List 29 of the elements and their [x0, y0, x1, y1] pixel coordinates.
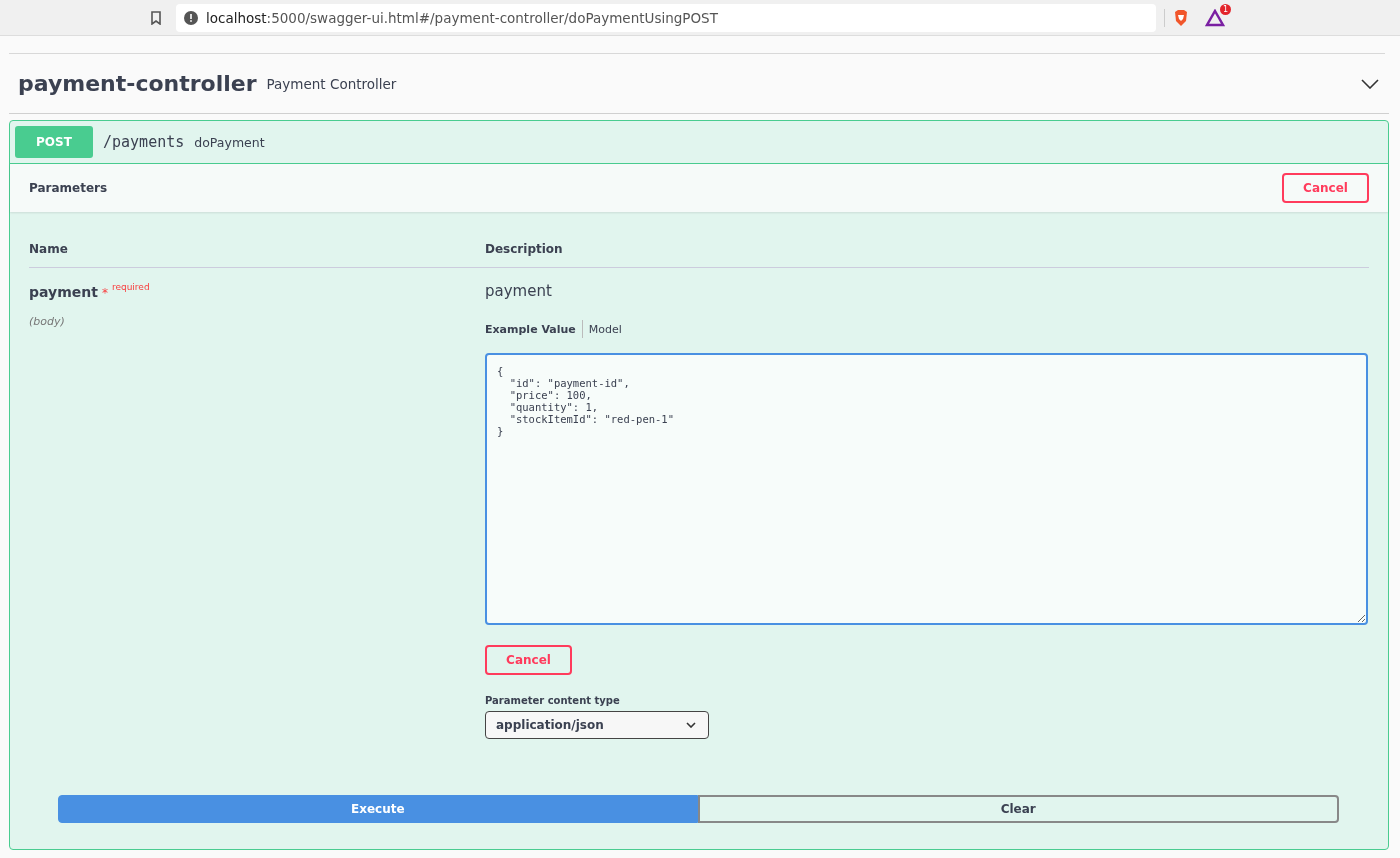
address-bar[interactable]: localhost:5000/swagger-ui.html#/payment-controller/doPaymentUsingPOST — [176, 3, 1156, 32]
bookmark-icon[interactable] — [150, 10, 162, 25]
required-asterisk: * — [101, 286, 108, 300]
clear-button[interactable]: Clear — [697, 795, 1339, 823]
content-type-label: Parameter content type — [485, 695, 621, 706]
parameter-description: payment — [485, 282, 553, 300]
tab[interactable]: Model — [588, 322, 628, 336]
method-badge: POST — [15, 126, 93, 158]
caret-icon — [686, 722, 696, 728]
operation-path: /payments — [103, 133, 185, 151]
url-text: localhost:5000/swagger-ui.html#/payment-controller/doPaymentUsingPOST — [206, 9, 718, 26]
tag-name: payment-controller — [18, 71, 257, 96]
parameter-name: payment — [29, 284, 98, 300]
operation-summary: doPayment — [194, 134, 265, 150]
request-body-field[interactable]: { "id": "payment-id", "price": 100, "quantity": 1, "stockItemId": "red-pen-1" } — [485, 353, 1368, 625]
lion-shield-icon[interactable] — [1173, 8, 1189, 27]
chevron-icon[interactable] — [1361, 78, 1379, 89]
column-header: Description — [485, 242, 564, 256]
tab[interactable]: Example Value — [485, 322, 582, 336]
notification-badge: 1 — [1219, 3, 1231, 15]
column-header: Name — [29, 242, 69, 256]
triangle-icon[interactable] — [1205, 8, 1225, 27]
tag-description: Payment Controller — [266, 75, 398, 92]
content-type-dropdown[interactable]: application/json — [485, 711, 709, 739]
required-label: required — [111, 282, 150, 292]
parameter-location: (body) — [29, 315, 66, 328]
tag-header[interactable]: payment-controller Payment Controller — [9, 54, 1389, 114]
parameters-title: Parameters — [29, 181, 108, 195]
info-icon[interactable] — [184, 10, 198, 25]
